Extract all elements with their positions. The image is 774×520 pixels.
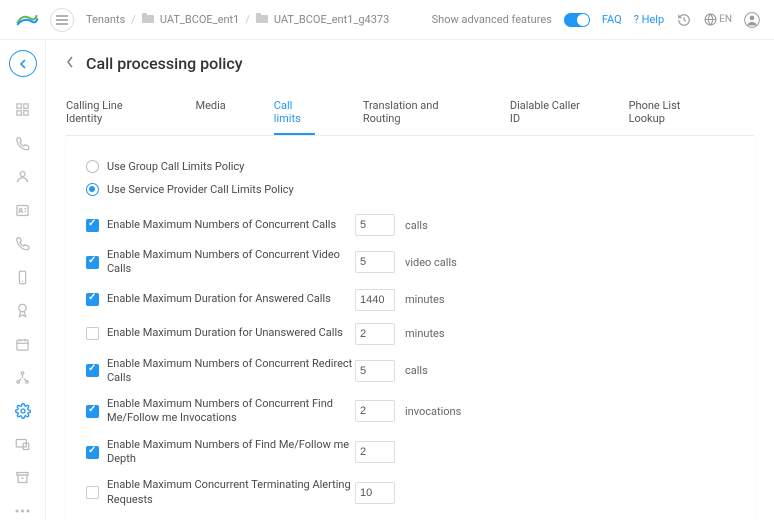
checkbox-findme-depth[interactable] [86,446,99,459]
history-icon[interactable] [676,12,692,28]
breadcrumb-level2[interactable]: UAT_BCOE_ent1_g4373 [274,13,389,26]
input-terminating-alerting[interactable] [355,482,395,504]
input-max-video-calls[interactable] [355,251,395,273]
sidebar-contact-icon[interactable] [14,202,32,219]
sidebar-award-icon[interactable] [14,302,32,319]
input-findme-invocations[interactable] [355,400,395,422]
checkbox-duration-unanswered[interactable] [86,327,99,340]
app-logo [14,7,40,33]
input-findme-depth[interactable] [355,441,395,463]
sidebar-call-icon[interactable] [14,235,32,252]
unit-calls: calls [405,219,428,232]
tab-dialable-caller-id[interactable]: Dialable Caller ID [510,91,581,135]
unit-calls: calls [405,364,428,377]
input-duration-unanswered[interactable] [355,323,395,345]
checkbox-terminating-alerting[interactable] [86,486,99,499]
input-max-concurrent-calls[interactable] [355,214,395,236]
sidebar-network-icon[interactable] [14,369,32,386]
breadcrumb-root[interactable]: Tenants [86,13,125,26]
label-duration-unanswered: Enable Maximum Duration for Unanswered C… [107,326,355,340]
input-duration-answered[interactable] [355,289,395,311]
user-account-icon[interactable] [744,12,760,28]
tab-phone-list-lookup[interactable]: Phone List Lookup [629,91,706,135]
label-max-concurrent-calls: Enable Maximum Numbers of Concurrent Cal… [107,218,355,232]
unit-minutes: minutes [405,327,445,340]
label-findme-invocations: Enable Maximum Numbers of Concurrent Fin… [107,397,355,426]
radio-group-policy[interactable] [86,160,99,173]
unit-invocations: invocations [405,405,461,418]
label-terminating-alerting: Enable Maximum Concurrent Terminating Al… [107,478,355,507]
label-redirect-calls: Enable Maximum Numbers of Concurrent Red… [107,357,355,386]
sidebar-calendar-icon[interactable] [14,335,32,352]
checkbox-max-video-calls[interactable] [86,256,99,269]
tab-translation-routing[interactable]: Translation and Routing [363,91,462,135]
sidebar-back-button[interactable] [9,50,37,77]
folder-icon [142,13,154,26]
sidebar-phone-icon[interactable] [14,135,32,152]
label-max-video-calls: Enable Maximum Numbers of Concurrent Vid… [107,248,355,277]
sidebar-more-icon[interactable] [14,503,32,520]
folder-icon [256,13,268,26]
label-duration-answered: Enable Maximum Duration for Answered Cal… [107,292,355,306]
sidebar-dashboard-icon[interactable] [14,101,32,118]
page-back-button[interactable] [66,56,74,72]
page-title: Call processing policy [86,54,243,73]
breadcrumb: Tenants / UAT_BCOE_ent1 / UAT_BCOE_ent1_… [86,13,432,26]
advanced-features-label: Show advanced features [432,13,552,26]
tab-media[interactable]: Media [195,91,225,135]
tab-call-limits[interactable]: Call limits [274,91,315,135]
advanced-features-toggle[interactable] [564,13,590,27]
input-redirect-calls[interactable] [355,360,395,382]
checkbox-max-concurrent-calls[interactable] [86,219,99,232]
unit-video-calls: video calls [405,256,457,269]
checkbox-duration-answered[interactable] [86,293,99,306]
checkbox-findme-invocations[interactable] [86,405,99,418]
sidebar-archive-icon[interactable] [14,469,32,486]
sidebar-screen-icon[interactable] [14,436,32,453]
tab-calling-line-identity[interactable]: Calling Line Identity [66,91,147,135]
help-link[interactable]: ? Help [634,13,664,26]
radio-group-policy-label: Use Group Call Limits Policy [107,160,244,173]
breadcrumb-level1[interactable]: UAT_BCOE_ent1 [160,13,240,26]
sidebar-device-icon[interactable] [14,268,32,285]
unit-minutes: minutes [405,293,445,306]
checkbox-redirect-calls[interactable] [86,364,99,377]
radio-service-provider-policy-label: Use Service Provider Call Limits Policy [107,183,294,196]
sidebar-user-icon[interactable] [14,168,32,185]
sidebar-settings-icon[interactable] [14,402,32,419]
language-selector[interactable]: EN [704,12,732,28]
label-findme-depth: Enable Maximum Numbers of Find Me/Follow… [107,438,355,467]
radio-service-provider-policy[interactable] [86,183,99,196]
faq-link[interactable]: FAQ [602,13,622,26]
menu-toggle-button[interactable] [50,8,74,32]
